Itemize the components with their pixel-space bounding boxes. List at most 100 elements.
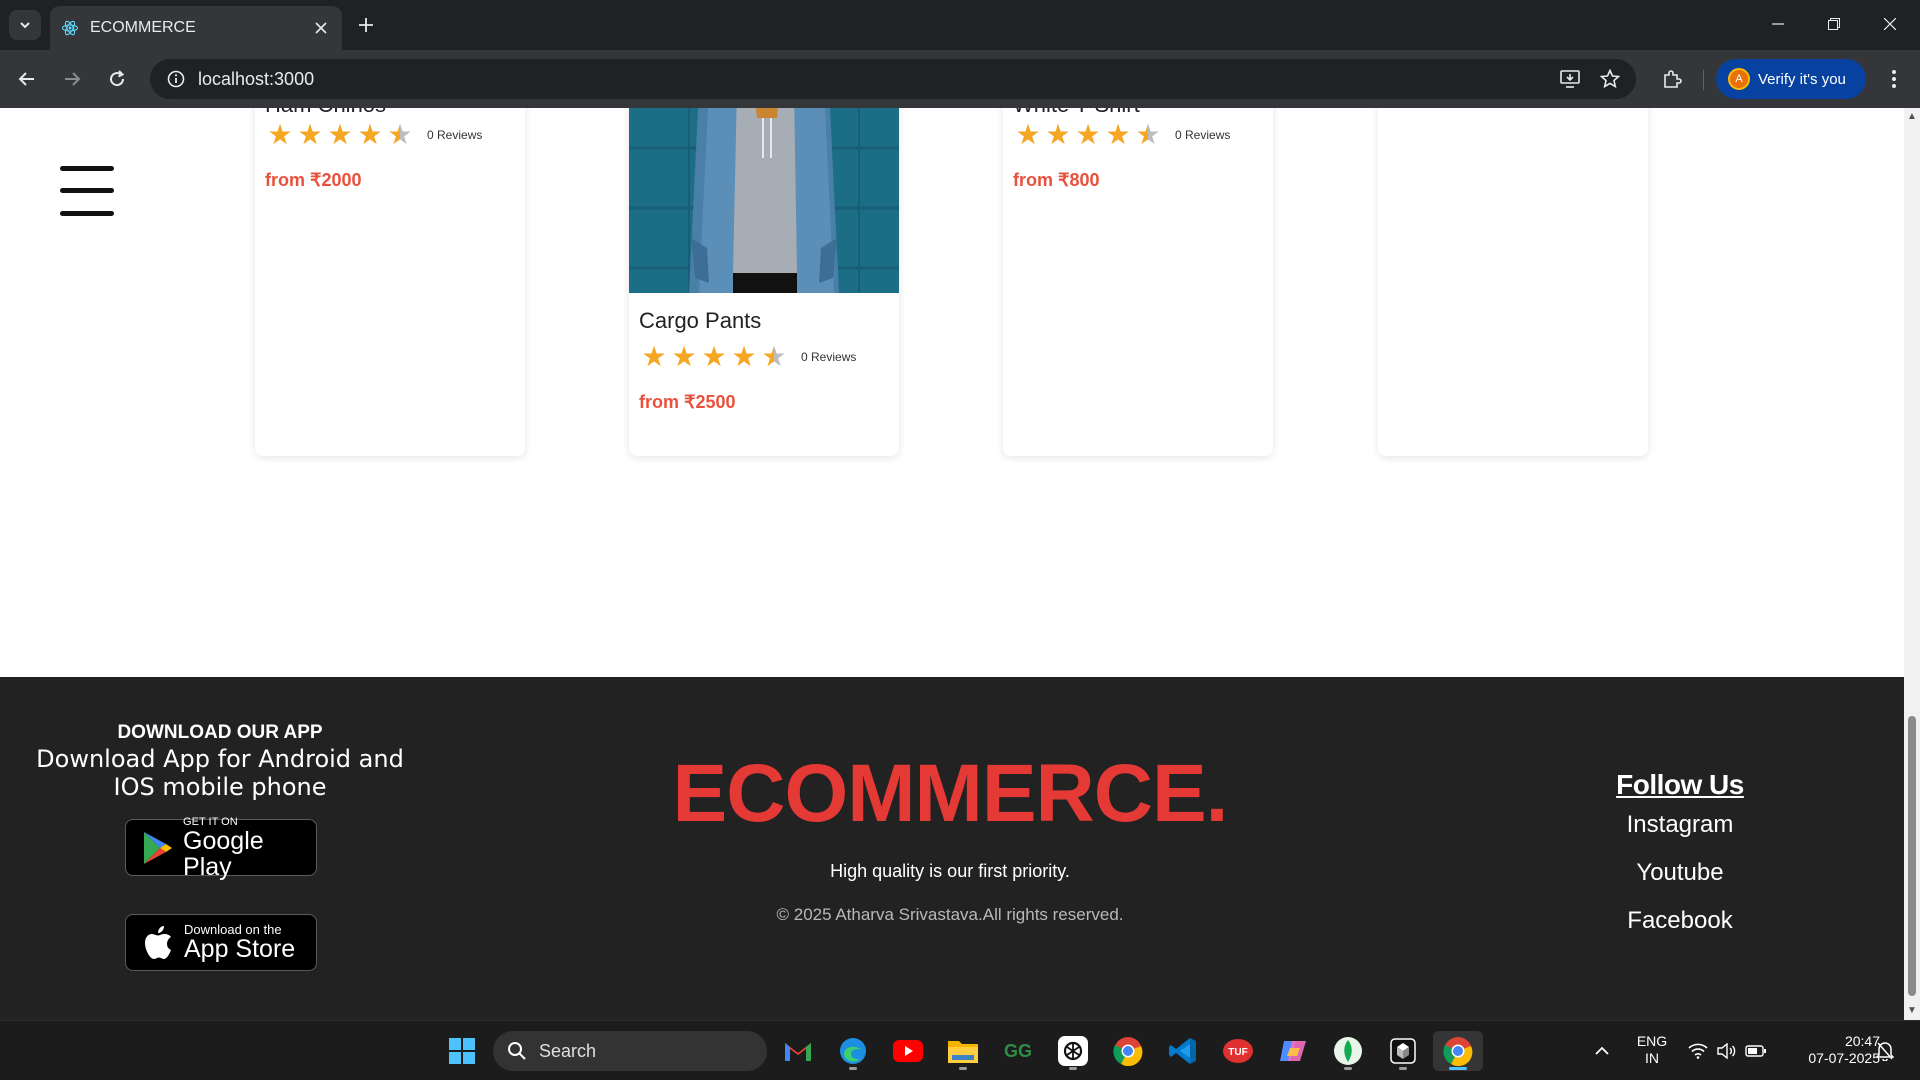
notification-bell-icon[interactable] — [1868, 1031, 1902, 1071]
product-price: from ₹800 — [1013, 170, 1100, 190]
store-small-text: GET IT ON — [183, 815, 238, 828]
footer-brand: ECOMMERCE. — [672, 748, 1229, 839]
wifi-icon[interactable] — [1683, 1031, 1713, 1071]
store-small-text: Download on the — [184, 921, 282, 937]
address-bar[interactable]: localhost:3000 — [150, 59, 1636, 99]
chrome-icon[interactable] — [1108, 1031, 1148, 1071]
bookmark-star-icon[interactable] — [1590, 59, 1630, 99]
virtualbox-icon[interactable] — [1383, 1031, 1423, 1071]
rating-stars: ★ ★ ★ ★ ★ 0 Reviews — [1013, 119, 1230, 150]
verify-profile-button[interactable]: A Verify it's you — [1716, 59, 1866, 99]
google-play-button[interactable]: GET IT ON Google Play — [125, 815, 317, 880]
minimize-icon — [1772, 23, 1784, 25]
edge-icon[interactable] — [833, 1031, 873, 1071]
tab-search-button[interactable] — [9, 10, 41, 40]
reload-icon — [110, 70, 125, 87]
star-icon: ★ — [701, 341, 727, 372]
url-text[interactable]: localhost:3000 — [198, 69, 1550, 90]
running-indicator — [1399, 1067, 1407, 1070]
minimize-button[interactable] — [1750, 0, 1806, 48]
browser-tab[interactable]: ECOMMERCE — [50, 6, 342, 50]
review-count: 0 Reviews — [801, 350, 857, 364]
product-card[interactable]: Cargo Pants ★ ★ ★ ★ ★ 0 Reviews from ₹25… — [629, 108, 899, 456]
product-price: from ₹2000 — [265, 170, 362, 190]
product-name: Ham Chinos — [265, 108, 386, 118]
taskbar-search-label: Search — [539, 1040, 597, 1061]
running-indicator — [849, 1067, 857, 1070]
product-name: Cargo Pants — [639, 308, 762, 333]
half-star-icon: ★ — [1133, 120, 1163, 150]
chatgpt-icon[interactable] — [1053, 1031, 1093, 1071]
toolbar-divider — [1703, 70, 1704, 90]
taskbar-search[interactable]: Search — [493, 1031, 767, 1071]
forward-button[interactable] — [55, 62, 89, 96]
social-link-instagram[interactable]: Instagram — [1560, 811, 1800, 839]
chevron-up-icon[interactable] — [1582, 1031, 1622, 1071]
follow-us-heading: Follow Us — [1616, 769, 1744, 800]
star-icon: ★ — [327, 119, 353, 150]
browser-toolbar: localhost:3000 A Verify it's you — [0, 50, 1920, 108]
page-viewport: Ham Chinos ★ ★ ★ ★ ★ 0 Reviews from ₹200… — [0, 108, 1920, 1020]
tab-title: ECOMMERCE — [90, 19, 196, 36]
footer-copyright: © 2025 Atharva Srivastava.All rights res… — [776, 905, 1124, 924]
volume-icon[interactable] — [1712, 1031, 1742, 1071]
product-image — [629, 108, 899, 293]
clock-time: 20:47 — [1844, 1033, 1880, 1049]
youtube-icon[interactable] — [888, 1031, 928, 1071]
reload-button[interactable] — [100, 62, 134, 96]
product-price: from ₹2500 — [639, 392, 736, 412]
chrome-active-icon[interactable] — [1433, 1031, 1483, 1071]
store-big-text: App Store — [184, 934, 296, 963]
social-link-facebook[interactable]: Facebook — [1560, 907, 1800, 935]
copilot-icon[interactable] — [1273, 1031, 1313, 1071]
back-button[interactable] — [10, 62, 44, 96]
svg-text:TUF: TUF — [1228, 1047, 1247, 1058]
scrollbar-thumb[interactable] — [1908, 716, 1916, 996]
chevron-down-icon — [20, 22, 30, 29]
battery-icon[interactable] — [1741, 1031, 1771, 1071]
star-icon: ★ — [1075, 119, 1101, 150]
new-tab-button[interactable] — [352, 11, 380, 39]
close-icon[interactable] — [310, 17, 332, 39]
geeksforgeeks-icon[interactable]: GG — [998, 1031, 1038, 1071]
restore-button[interactable] — [1806, 0, 1862, 48]
install-app-icon[interactable] — [1550, 59, 1590, 99]
scroll-down-icon[interactable]: ▼ — [1907, 1006, 1917, 1016]
product-card[interactable]: White T-Shirt ★ ★ ★ ★ ★ 0 Reviews from ₹… — [1003, 108, 1273, 456]
search-icon — [508, 1042, 526, 1060]
gmail-icon[interactable] — [778, 1031, 818, 1071]
half-star-icon: ★ — [759, 342, 789, 372]
arrow-right-icon — [65, 72, 81, 86]
tuf-icon[interactable]: TUF — [1218, 1031, 1258, 1071]
social-link-youtube[interactable]: Youtube — [1560, 859, 1800, 887]
star-icon: ★ — [267, 119, 293, 150]
site-info-icon[interactable] — [154, 70, 198, 88]
product-card[interactable]: Ham Chinos ★ ★ ★ ★ ★ 0 Reviews from ₹200… — [255, 108, 525, 456]
star-icon: ★ — [297, 119, 323, 150]
extensions-button[interactable] — [1655, 62, 1689, 96]
app-store-button[interactable]: Download on the App Store — [125, 914, 317, 971]
kebab-menu-icon — [1892, 70, 1896, 88]
restore-icon — [1828, 18, 1840, 30]
google-play-icon — [138, 828, 177, 868]
language-indicator[interactable]: ENG IN — [1630, 1033, 1674, 1067]
clock[interactable]: 20:47 07-07-2025 — [1780, 1033, 1880, 1067]
hamburger-menu-icon[interactable] — [60, 166, 114, 216]
vertical-scrollbar[interactable]: ▲ ▼ — [1904, 108, 1920, 1020]
windows-start-icon[interactable] — [442, 1031, 482, 1071]
store-big-text: Google Play — [183, 826, 264, 881]
vscode-icon[interactable] — [1163, 1031, 1203, 1071]
product-card[interactable] — [1378, 108, 1648, 456]
mongodb-compass-icon[interactable] — [1328, 1031, 1368, 1071]
file-explorer-icon[interactable] — [943, 1031, 983, 1071]
browser-menu-button[interactable] — [1880, 62, 1908, 96]
star-icon: ★ — [1015, 119, 1041, 150]
arrow-left-icon — [18, 72, 34, 86]
plus-icon — [359, 18, 373, 32]
scroll-up-icon[interactable]: ▲ — [1907, 112, 1917, 122]
close-window-button[interactable] — [1862, 0, 1918, 48]
star-icon: ★ — [1045, 119, 1071, 150]
review-count: 0 Reviews — [427, 128, 483, 142]
star-icon: ★ — [731, 341, 757, 372]
react-icon — [60, 18, 80, 38]
